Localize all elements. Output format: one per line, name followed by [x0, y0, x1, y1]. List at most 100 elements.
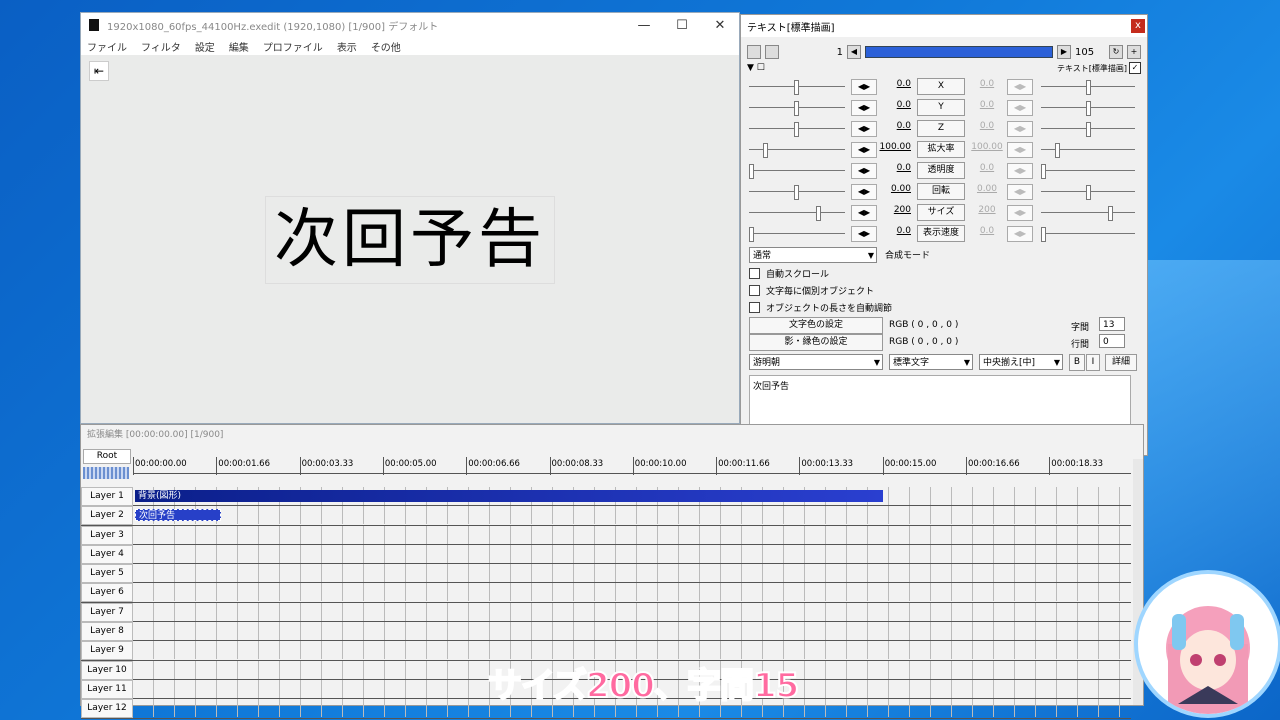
- left-value[interactable]: 0.0: [875, 100, 911, 110]
- left-value[interactable]: 100.00: [875, 142, 912, 152]
- dialog-close-button[interactable]: x: [1131, 19, 1145, 33]
- time-ruler[interactable]: 00:00:00.00 00:00:01.66 00:00:03.33 00:00:0…: [133, 457, 1131, 475]
- left-arrow-buttons[interactable]: ◀▶: [851, 226, 877, 242]
- layer-header[interactable]: Layer 7: [81, 602, 133, 622]
- blend-mode-select[interactable]: 通常 ▼: [749, 247, 877, 263]
- layer-track[interactable]: [133, 641, 1131, 660]
- left-arrow-buttons[interactable]: ◀▶: [851, 79, 877, 95]
- frame-progress-bar[interactable]: [865, 46, 1053, 58]
- align-select[interactable]: 中央揃え[中] ▼: [979, 354, 1063, 370]
- menu-filter[interactable]: フィルタ: [141, 39, 181, 54]
- param-button[interactable]: X: [917, 78, 965, 95]
- left-value[interactable]: 0.0: [875, 226, 911, 236]
- param-button[interactable]: 透明度: [917, 162, 965, 179]
- left-arrow-buttons[interactable]: ◀▶: [851, 121, 877, 137]
- right-value[interactable]: 200: [969, 205, 1005, 215]
- minimize-button[interactable]: —: [625, 18, 663, 33]
- left-value[interactable]: 0.0: [875, 163, 911, 173]
- left-track-slider[interactable]: [749, 182, 845, 202]
- layer-header[interactable]: Layer 12: [81, 699, 133, 719]
- checkbox-box[interactable]: [749, 302, 760, 313]
- auto-scroll-check[interactable]: 自動スクロール: [749, 267, 829, 280]
- maximize-button[interactable]: ☐: [663, 18, 701, 33]
- layer-header[interactable]: Layer 3: [81, 525, 133, 545]
- close-button[interactable]: ✕: [701, 18, 739, 33]
- right-arrow-buttons[interactable]: ◀▶: [1007, 205, 1033, 221]
- left-arrow-buttons[interactable]: ◀▶: [851, 184, 877, 200]
- font-select[interactable]: 游明朝 ▼: [749, 354, 883, 370]
- clip-text[interactable]: 次回予告: [135, 509, 221, 522]
- right-value[interactable]: 0.0: [969, 163, 1005, 173]
- param-button[interactable]: 拡大率: [917, 141, 965, 158]
- right-track-slider[interactable]: [1041, 161, 1135, 181]
- style-select[interactable]: 標準文字 ▼: [889, 354, 973, 370]
- menu-other[interactable]: その他: [371, 39, 401, 54]
- param-button[interactable]: Y: [917, 99, 965, 116]
- right-arrow-buttons[interactable]: ◀▶: [1007, 79, 1033, 95]
- right-value[interactable]: 0.00: [969, 184, 1005, 194]
- right-arrow-buttons[interactable]: ◀▶: [1007, 163, 1033, 179]
- next-frame-icon[interactable]: ▶: [1057, 45, 1071, 59]
- bold-button[interactable]: B: [1069, 354, 1085, 371]
- menu-edit[interactable]: 編集: [229, 39, 249, 54]
- layer-header[interactable]: Layer 10: [81, 660, 133, 680]
- layer-header[interactable]: Layer 1: [81, 487, 133, 506]
- left-value[interactable]: 200: [875, 205, 911, 215]
- text-color-button[interactable]: 文字色の設定: [749, 317, 883, 334]
- left-value[interactable]: 0.0: [875, 121, 911, 131]
- layer-header[interactable]: Layer 5: [81, 564, 133, 584]
- param-button[interactable]: Z: [917, 120, 965, 137]
- split-icon[interactable]: [747, 45, 761, 59]
- right-value[interactable]: 0.0: [969, 226, 1005, 236]
- right-track-slider[interactable]: [1041, 140, 1135, 160]
- left-arrow-buttons[interactable]: ◀▶: [851, 205, 877, 221]
- layer-track[interactable]: [133, 583, 1131, 602]
- right-value[interactable]: 0.0: [969, 79, 1005, 89]
- left-track-slider[interactable]: [749, 140, 845, 160]
- right-arrow-buttons[interactable]: ◀▶: [1007, 142, 1033, 158]
- param-button[interactable]: サイズ: [917, 204, 965, 221]
- left-track-slider[interactable]: [749, 203, 845, 223]
- left-track-slider[interactable]: [749, 119, 845, 139]
- right-arrow-buttons[interactable]: ◀▶: [1007, 100, 1033, 116]
- left-arrow-buttons[interactable]: ◀▶: [851, 142, 877, 158]
- zoom-slider[interactable]: [83, 467, 129, 479]
- right-arrow-buttons[interactable]: ◀▶: [1007, 184, 1033, 200]
- layer-track[interactable]: [133, 622, 1131, 641]
- shadow-color-button[interactable]: 影・縁色の設定: [749, 334, 883, 351]
- right-track-slider[interactable]: [1041, 224, 1135, 244]
- layer-track[interactable]: [133, 564, 1131, 583]
- left-track-slider[interactable]: [749, 161, 845, 181]
- param-button[interactable]: 回転: [917, 183, 965, 200]
- checkbox-box[interactable]: [749, 268, 760, 279]
- layer-header[interactable]: Layer 9: [81, 641, 133, 661]
- refresh-icon[interactable]: ↻: [1109, 45, 1123, 59]
- detail-button[interactable]: 詳細: [1105, 354, 1137, 371]
- preview-text[interactable]: 次回予告: [265, 196, 555, 284]
- menu-file[interactable]: ファイル: [87, 39, 127, 54]
- right-track-slider[interactable]: [1041, 182, 1135, 202]
- right-arrow-buttons[interactable]: ◀▶: [1007, 226, 1033, 242]
- menu-view[interactable]: 表示: [337, 39, 357, 54]
- auto-length-check[interactable]: オブジェクトの長さを自動調節: [749, 301, 892, 314]
- prev-frame-icon[interactable]: ◀: [847, 45, 861, 59]
- right-arrow-buttons[interactable]: ◀▶: [1007, 121, 1033, 137]
- layer-header[interactable]: Layer 6: [81, 583, 133, 603]
- per-char-object-check[interactable]: 文字毎に個別オブジェクト: [749, 284, 874, 297]
- line-spacing-input[interactable]: 0: [1099, 334, 1125, 348]
- layer-track[interactable]: [133, 544, 1131, 563]
- left-arrow-buttons[interactable]: ◀▶: [851, 100, 877, 116]
- right-track-slider[interactable]: [1041, 203, 1135, 223]
- right-value[interactable]: 0.0: [969, 100, 1005, 110]
- italic-button[interactable]: I: [1086, 354, 1100, 371]
- collapse-icon[interactable]: ▼ ☐: [747, 63, 765, 73]
- right-track-slider[interactable]: [1041, 77, 1135, 97]
- menu-settings[interactable]: 設定: [195, 39, 215, 54]
- layer-header[interactable]: Layer 8: [81, 622, 133, 642]
- param-button[interactable]: 表示速度: [917, 225, 965, 242]
- right-track-slider[interactable]: [1041, 98, 1135, 118]
- root-button[interactable]: Root: [83, 449, 131, 464]
- layer-track[interactable]: [133, 525, 1131, 544]
- right-value[interactable]: 0.0: [969, 121, 1005, 131]
- add-filter-icon[interactable]: +: [1127, 45, 1141, 59]
